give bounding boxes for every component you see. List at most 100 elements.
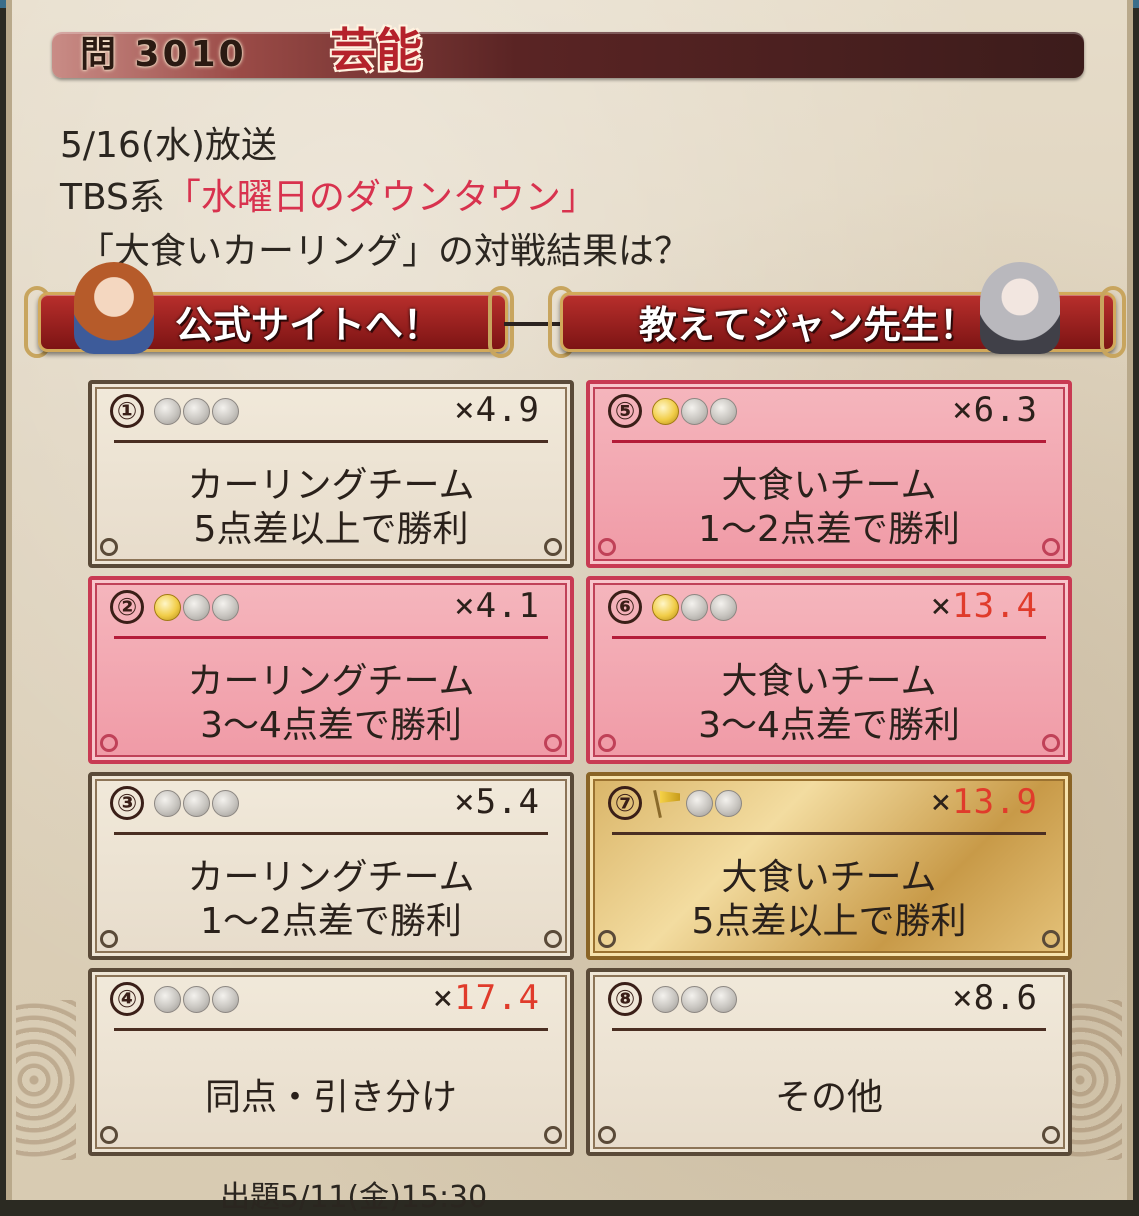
corner-flourish [1042, 734, 1060, 752]
banner-scroll-ornament [1100, 286, 1126, 358]
odds-value: 17.4 [454, 978, 540, 1018]
network-label: TBS系 [60, 177, 165, 218]
odds-multiplier-sign: × [930, 782, 953, 822]
option-odds: ×5.4 [454, 782, 540, 822]
answer-option-card[interactable]: ① ×4.9 カーリングチーム 5点差以上で勝利 [88, 380, 574, 568]
corner-flourish [598, 1126, 616, 1144]
flag-icon [652, 788, 684, 820]
option-number: ③ [110, 786, 144, 820]
answer-option-card[interactable]: ⑧ ×8.6 その他 [586, 968, 1072, 1156]
corner-flourish [1042, 1126, 1060, 1144]
empty-coin-icon [710, 594, 737, 621]
option-label-line2: 1〜2点差で勝利 [200, 901, 462, 942]
odds-value: 6.3 [973, 390, 1038, 430]
gold-coin-icon [652, 594, 679, 621]
option-label: 大食いチーム 1〜2点差で勝利 [590, 464, 1068, 552]
empty-coin-icon [212, 986, 239, 1013]
option-label-line1: カーリングチーム [187, 465, 475, 506]
odds-multiplier-sign: × [454, 782, 476, 822]
odds-multiplier-sign: × [454, 390, 476, 430]
option-divider [114, 832, 548, 835]
program-line: TBS系「水曜日のダウンタウン」 [60, 168, 597, 220]
empty-coin-icon [681, 398, 708, 425]
option-divider [612, 636, 1046, 639]
empty-coin-icon [710, 986, 737, 1013]
option-label-line1: カーリングチーム [187, 857, 475, 898]
answer-option-card[interactable]: ② ×4.1 カーリングチーム 3〜4点差で勝利 [88, 576, 574, 764]
option-label-line1: 同点・引き分け [204, 1077, 457, 1118]
answer-option-card[interactable]: ③ ×5.4 カーリングチーム 1〜2点差で勝利 [88, 772, 574, 960]
empty-coin-icon [154, 986, 181, 1013]
answer-option-card[interactable]: ④ ×17.4 同点・引き分け [88, 968, 574, 1156]
empty-coin-icon [183, 790, 210, 817]
answer-option-card[interactable]: ⑥ ×13.4 大食いチーム 3〜4点差で勝利 [586, 576, 1072, 764]
option-divider [114, 440, 548, 443]
corner-flourish [544, 1126, 562, 1144]
corner-flourish [544, 734, 562, 752]
option-number: ④ [110, 982, 144, 1016]
empty-coin-icon [183, 398, 210, 425]
program-title: 「水曜日のダウンタウン」 [164, 177, 597, 218]
option-label-line1: その他 [774, 1077, 883, 1118]
option-label-line1: 大食いチーム [721, 465, 937, 506]
option-odds: ×13.4 [931, 586, 1038, 626]
posted-timestamp: 出題5/11(金)15:30 [220, 1180, 488, 1215]
empty-coin-icon [715, 790, 742, 817]
option-number: ⑤ [608, 394, 642, 428]
option-divider [612, 832, 1046, 835]
odds-value: 8.6 [973, 978, 1038, 1018]
corner-flourish [598, 734, 616, 752]
corner-flourish [1042, 538, 1060, 556]
option-number: ⑦ [608, 786, 642, 820]
answer-option-card[interactable]: ⑤ ×6.3 大食いチーム 1〜2点差で勝利 [586, 380, 1072, 568]
odds-multiplier-sign: × [454, 586, 476, 626]
option-label-line2: 5点差以上で勝利 [193, 509, 469, 550]
option-odds: ×8.6 [952, 978, 1038, 1018]
answer-option-card[interactable]: ⑦ ×13.9 大食いチーム 5点差以上で勝利 [586, 772, 1072, 960]
option-divider [114, 636, 548, 639]
corner-flourish [1042, 930, 1060, 948]
odds-multiplier-sign: × [952, 390, 974, 430]
odds-value: 4.9 [475, 390, 540, 430]
option-label: カーリングチーム 3〜4点差で勝利 [92, 660, 570, 748]
empty-coin-icon [183, 986, 210, 1013]
gold-coin-icon [652, 398, 679, 425]
odds-value: 13.4 [952, 586, 1038, 626]
empty-coin-icon [681, 594, 708, 621]
option-label-line2: 3〜4点差で勝利 [698, 705, 960, 746]
corner-flourish [100, 734, 118, 752]
option-label: カーリングチーム 1〜2点差で勝利 [92, 856, 570, 944]
empty-coin-icon [652, 986, 679, 1013]
empty-coin-icon [212, 594, 239, 621]
option-divider [612, 1028, 1046, 1031]
odds-value: 13.9 [952, 782, 1038, 822]
option-number: ⑥ [608, 590, 642, 624]
option-number: ② [110, 590, 144, 624]
odds-multiplier-sign: × [952, 978, 974, 1018]
empty-coin-icon [183, 594, 210, 621]
empty-coin-icon [686, 790, 713, 817]
empty-coin-icon [710, 398, 737, 425]
option-odds: ×17.4 [433, 978, 540, 1018]
empty-coin-icon [681, 986, 708, 1013]
option-label: 同点・引き分け [92, 1076, 570, 1120]
option-odds: ×13.9 [931, 782, 1038, 822]
option-label-line2: 1〜2点差で勝利 [698, 509, 960, 550]
option-label-line1: 大食いチーム [721, 661, 937, 702]
odds-value: 4.1 [475, 586, 540, 626]
option-label: その他 [590, 1076, 1068, 1120]
empty-coin-icon [212, 398, 239, 425]
question-number: 問 3010 [80, 34, 247, 75]
option-label-line1: カーリングチーム [187, 661, 475, 702]
corner-flourish [598, 538, 616, 556]
corner-flourish [100, 930, 118, 948]
corner-flourish [598, 930, 616, 948]
option-odds: ×4.9 [454, 390, 540, 430]
jan-sensei-avatar [980, 262, 1060, 354]
broadcast-date: 5/16(水)放送 [60, 125, 277, 166]
corner-flourish [100, 538, 118, 556]
odds-multiplier-sign: × [930, 586, 953, 626]
guide-girl-avatar [74, 262, 154, 354]
option-label: カーリングチーム 5点差以上で勝利 [92, 464, 570, 552]
option-label-line1: 大食いチーム [721, 857, 937, 898]
